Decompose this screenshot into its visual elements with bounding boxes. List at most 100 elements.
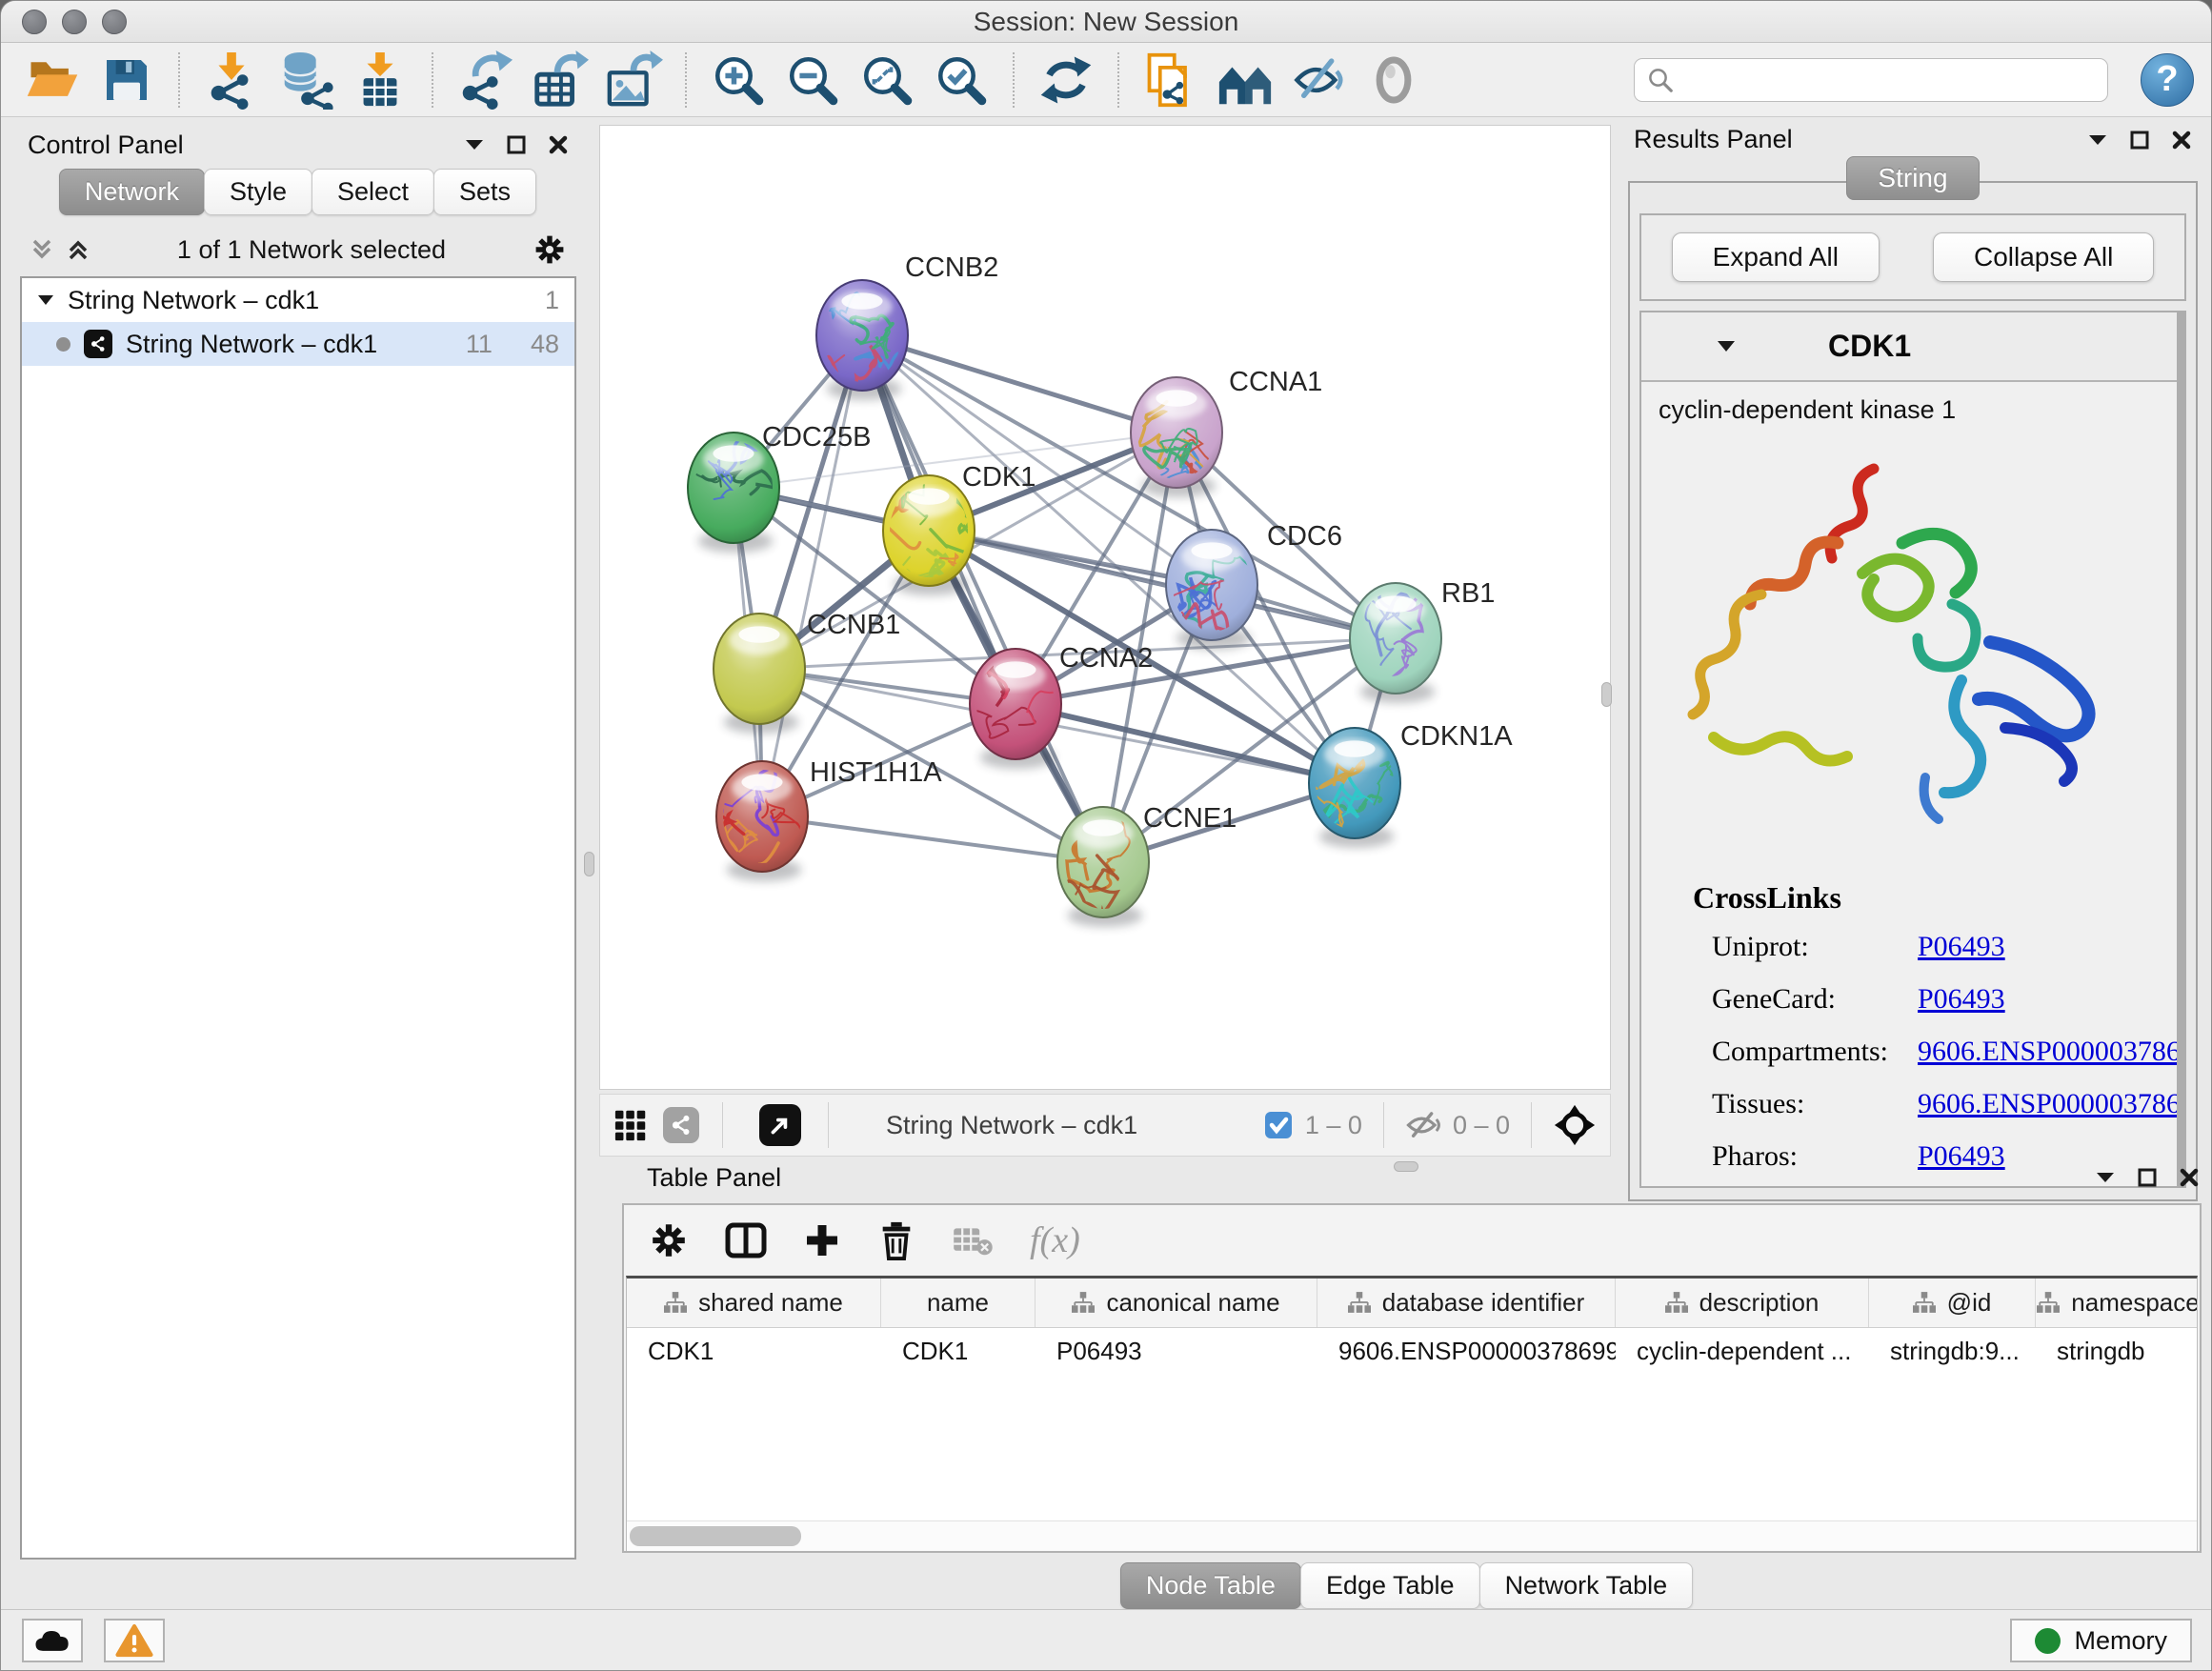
detach-view-button[interactable] [759,1104,801,1146]
export-network-button[interactable] [451,47,519,113]
column-header--id[interactable]: @id [1869,1278,2036,1327]
hidden-eye-icon[interactable] [1405,1109,1441,1141]
crosslink-tissues-[interactable]: 9606.ENSP00000378699 [1918,1088,2177,1120]
column-header-canonical-name[interactable]: canonical name [1036,1278,1317,1327]
show-columns-button[interactable] [725,1221,767,1259]
crosslink-compartments-[interactable]: 9606.ENSP00000378699 [1918,1036,2177,1068]
network-graph[interactable]: CCNB2CCNA1CDC25BCDK1CDC6RB1CCNB1CCNA2CDK… [600,126,1610,1089]
panel-close-button[interactable] [548,134,569,155]
network-collection-row[interactable]: String Network – cdk1 1 [22,278,574,322]
network-edge[interactable] [762,816,1103,862]
table-cell[interactable]: CDK1 [627,1328,881,1376]
table-tab-network-table[interactable]: Network Table [1479,1562,1694,1609]
panel-menu-button[interactable] [464,138,485,151]
save-session-button[interactable] [92,47,161,113]
collapse-all-button[interactable]: Collapse All [1933,232,2154,282]
panel-float-button[interactable] [2129,130,2150,151]
control-tab-style[interactable]: Style [204,169,312,215]
close-window-button[interactable] [22,10,47,34]
import-network-file-button[interactable] [197,47,266,113]
memory-button[interactable]: Memory [2010,1619,2192,1662]
apply-layout-button[interactable] [1032,47,1100,113]
minimize-window-button[interactable] [62,10,87,34]
zoom-fit-button[interactable] [853,47,921,113]
open-file-button[interactable] [18,47,87,113]
network-node-CDK1[interactable]: CDK1 [880,462,1036,595]
scrollbar-thumb[interactable] [630,1526,801,1546]
network-node-HIST1H1A[interactable]: HIST1H1A [689,757,942,881]
table-hscrollbar[interactable] [627,1520,2197,1551]
zoom-out-button[interactable] [778,47,847,113]
column-header-description[interactable]: description [1616,1278,1869,1327]
warning-status-button[interactable] [104,1619,165,1662]
import-network-database-button[interactable] [271,47,340,113]
column-header-shared-name[interactable]: shared name [627,1278,881,1327]
table-row[interactable]: CDK1CDK1P064939606.ENSP00000378699cyclin… [627,1328,2197,1376]
export-image-button[interactable] [599,47,668,113]
column-header-database-identifier[interactable]: database identifier [1317,1278,1616,1327]
table-cell[interactable]: stringdb [2036,1328,2198,1376]
selected-checkbox-icon[interactable] [1263,1110,1294,1140]
network-canvas[interactable]: CCNB2CCNA1CDC25BCDK1CDC6RB1CCNB1CCNA2CDK… [599,125,1611,1090]
control-tab-sets[interactable]: Sets [433,169,536,215]
table-tab-node-table[interactable]: Node Table [1120,1562,1301,1609]
import-table-button[interactable] [346,47,414,113]
network-row-selected[interactable]: String Network – cdk1 11 48 [22,322,574,366]
network-node-CDKN1A[interactable]: CDKN1A [1298,721,1514,856]
panel-float-button[interactable] [506,134,527,155]
add-column-button[interactable] [803,1221,841,1259]
network-edge[interactable] [1016,704,1355,783]
collapse-all-icon[interactable] [30,237,54,262]
expand-all-icon[interactable] [66,237,90,262]
network-node-CDC25B[interactable]: CDC25B [676,422,871,553]
cloud-status-button[interactable] [22,1619,83,1662]
panel-close-button[interactable] [2171,130,2192,151]
crosslink-genecard-[interactable]: P06493 [1918,983,2177,1016]
first-neighbors-button[interactable] [1211,47,1279,113]
panel-menu-button[interactable] [2087,133,2108,147]
table-tab-edge-table[interactable]: Edge Table [1300,1562,1480,1609]
network-node-CCNB2[interactable]: CCNB2 [807,252,999,426]
search-input[interactable] [1684,65,2096,94]
table-cell[interactable]: cyclin-dependent ... [1616,1328,1869,1376]
control-tab-network[interactable]: Network [59,169,205,215]
column-header-name[interactable]: name [881,1278,1036,1327]
table-cell[interactable]: CDK1 [881,1328,1036,1376]
grid-view-button[interactable] [613,1107,650,1143]
table-cell[interactable]: stringdb:9... [1869,1328,2036,1376]
zoom-selected-button[interactable] [927,47,995,113]
bottom-splitter-handle[interactable] [1394,1161,1418,1172]
network-node-CCNA1[interactable]: CCNA1 [1131,367,1322,520]
help-button[interactable]: ? [2141,53,2194,107]
control-tab-select[interactable]: Select [312,169,434,215]
panel-menu-button[interactable] [2095,1171,2116,1184]
network-node-CCNB1[interactable]: CCNB1 [714,610,900,734]
left-splitter-handle[interactable] [584,852,594,876]
network-overview-button[interactable] [663,1107,699,1143]
maximize-window-button[interactable] [102,10,127,34]
crosslink-uniprot-[interactable]: P06493 [1918,931,2177,963]
network-edge[interactable] [862,335,1176,433]
panel-close-button[interactable] [2179,1167,2200,1188]
zoom-in-button[interactable] [704,47,773,113]
birds-eye-icon[interactable] [1553,1103,1597,1147]
tree-expander-icon[interactable] [37,293,54,307]
network-node-CDC6[interactable]: CDC6 [1161,521,1342,650]
delete-column-button[interactable] [877,1220,915,1260]
table-settings-button[interactable] [649,1220,689,1260]
column-header-namespace[interactable]: namespace [2036,1278,2198,1327]
gene-section-header[interactable]: CDK1 [1641,312,2177,382]
expand-all-button[interactable]: Expand All [1672,232,1880,282]
show-all-button[interactable] [1359,47,1428,113]
hide-selected-button[interactable] [1285,47,1354,113]
panel-float-button[interactable] [2137,1167,2158,1188]
network-node-RB1[interactable]: RB1 [1350,547,1495,703]
table-cell[interactable]: P06493 [1036,1328,1317,1376]
section-expander-icon[interactable] [1716,339,1737,353]
right-splitter-handle[interactable] [1601,682,1612,707]
export-table-button[interactable] [525,47,593,113]
gear-icon[interactable] [533,232,567,267]
new-network-from-selection-button[interactable] [1136,47,1205,113]
tab-string[interactable]: String [1846,156,1979,200]
table-cell[interactable]: 9606.ENSP00000378699 [1317,1328,1616,1376]
